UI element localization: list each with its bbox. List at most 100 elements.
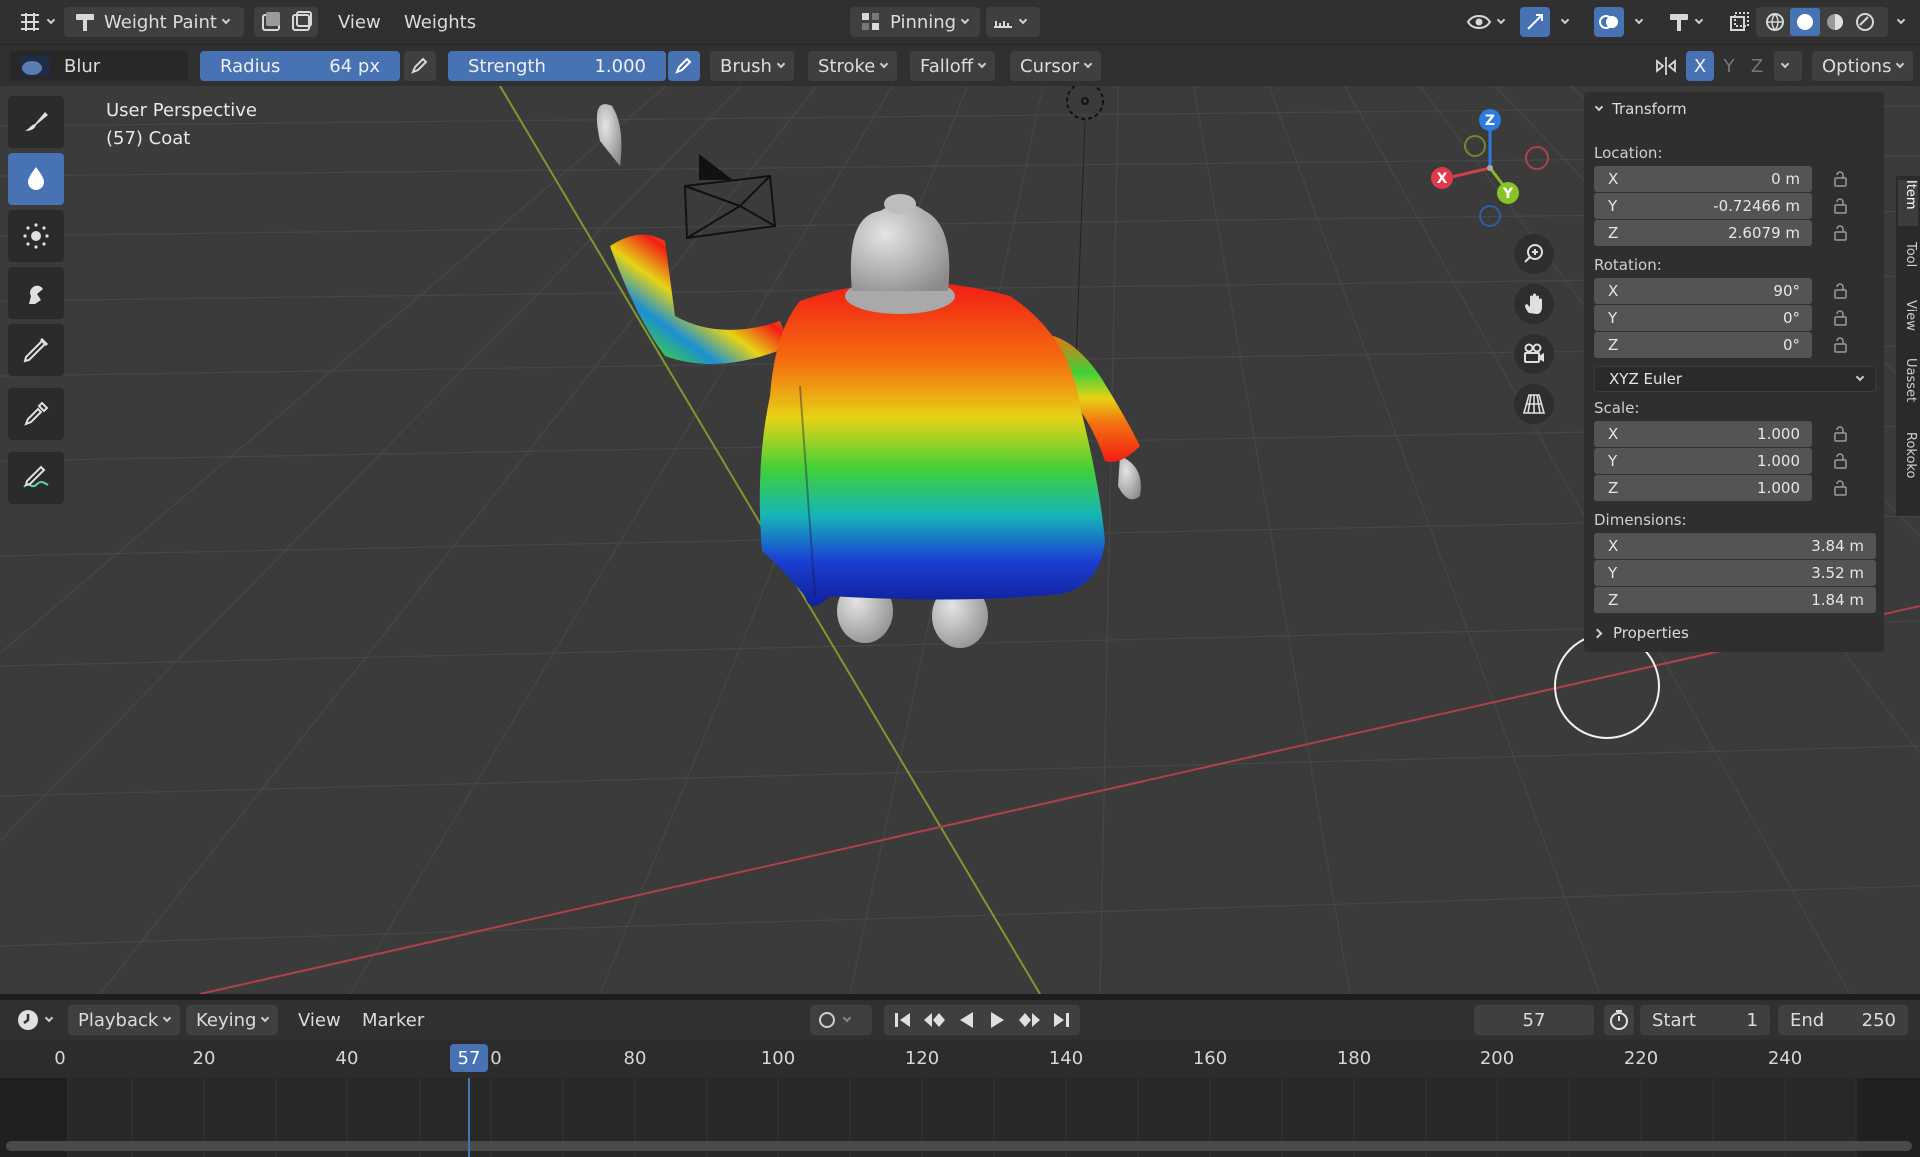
start-frame-field[interactable]: Start 1: [1640, 1005, 1770, 1035]
falloff-menu[interactable]: Falloff: [910, 51, 996, 81]
shading-dropdown[interactable]: [1888, 7, 1908, 37]
tool-blur[interactable]: [8, 153, 64, 205]
preview-range-toggle[interactable]: [1604, 1005, 1634, 1035]
tool-smear[interactable]: [8, 267, 64, 319]
play-reverse-icon[interactable]: [956, 1009, 978, 1031]
overlays-dropdown[interactable]: [1626, 7, 1646, 37]
dimensions-y-field[interactable]: Y 3.52 m: [1594, 560, 1876, 586]
visibility-dropdown[interactable]: [1458, 7, 1512, 37]
mirror-dropdown[interactable]: [1774, 51, 1802, 81]
tool-annotate[interactable]: [8, 452, 64, 504]
jump-start-icon[interactable]: [892, 1009, 914, 1031]
lock-icon[interactable]: [1832, 282, 1850, 300]
location-x-field[interactable]: X 0 m: [1594, 166, 1812, 192]
strength-field[interactable]: Strength 1.000: [448, 51, 666, 81]
pinning-dropdown[interactable]: Pinning: [850, 7, 980, 37]
scale-y-field[interactable]: Y 1.000: [1594, 448, 1812, 474]
shading-mode-group[interactable]: [1756, 7, 1888, 37]
end-frame-field[interactable]: End 250: [1778, 1005, 1908, 1035]
ruler-number: 120: [904, 1048, 940, 1069]
pan-button[interactable]: [1514, 284, 1554, 324]
tool-settings-bar: Blur Radius 64 px Strength 1.000 Brush S…: [0, 44, 1920, 86]
wireframe-shading-icon[interactable]: [1760, 11, 1790, 33]
camera-view-button[interactable]: [1514, 334, 1554, 374]
rotation-x-field[interactable]: X 90°: [1594, 278, 1812, 304]
tab-tool[interactable]: Tool: [1898, 242, 1918, 282]
snapping-dropdown[interactable]: [986, 7, 1040, 37]
timeline-view-menu[interactable]: View: [290, 1005, 349, 1035]
cursor-menu[interactable]: Cursor: [1010, 51, 1102, 81]
gizmo-toggle[interactable]: [1520, 7, 1550, 37]
next-keyframe-icon[interactable]: [1016, 1009, 1042, 1031]
tool-average[interactable]: [8, 210, 64, 262]
mirror-x-toggle[interactable]: X: [1686, 51, 1714, 81]
tool-gradient[interactable]: [8, 324, 64, 376]
keying-menu[interactable]: Keying: [186, 1005, 279, 1035]
overlays-toggle[interactable]: [1594, 7, 1624, 37]
lock-icon[interactable]: [1832, 197, 1850, 215]
tab-uasset[interactable]: Uasset: [1898, 358, 1918, 414]
jump-end-icon[interactable]: [1050, 1009, 1072, 1031]
view-menu[interactable]: View: [330, 7, 389, 37]
material-preview-icon[interactable]: [1820, 11, 1850, 33]
rotation-y-field[interactable]: Y 0°: [1594, 305, 1812, 331]
tool-draw[interactable]: [8, 96, 64, 148]
scale-z-field[interactable]: Z 1.000: [1594, 475, 1812, 501]
mirror-z-toggle[interactable]: Z: [1744, 51, 1770, 81]
timeline-editor-type[interactable]: [8, 1005, 60, 1035]
lock-icon[interactable]: [1832, 336, 1850, 354]
rendered-shading-icon[interactable]: [1850, 11, 1880, 33]
gizmo-dropdown[interactable]: [1552, 7, 1572, 37]
transform-panel-header[interactable]: Transform: [1594, 100, 1687, 118]
timeline-area[interactable]: 0 20 40 0 80 100 120 140 160 180 200 220…: [0, 1040, 1920, 1157]
tab-rokoko[interactable]: Rokoko: [1898, 432, 1918, 492]
sidebar-n-panel: Transform Location: X 0 m Y -0.72466 m Z 2.…: [1584, 92, 1884, 652]
frame-ruler[interactable]: 0 20 40 0 80 100 120 140 160 180 200 220…: [0, 1040, 1920, 1078]
dimensions-z-field[interactable]: Z 1.84 m: [1594, 587, 1876, 613]
lock-icon[interactable]: [1832, 170, 1850, 188]
stroke-menu[interactable]: Stroke: [808, 51, 898, 81]
current-frame-field[interactable]: 57: [1474, 1005, 1594, 1035]
tab-view[interactable]: View: [1898, 300, 1918, 340]
play-icon[interactable]: [986, 1009, 1008, 1031]
timeline-marker-menu[interactable]: Marker: [354, 1005, 432, 1035]
rotation-mode-dropdown[interactable]: XYZ Euler: [1594, 366, 1876, 392]
radius-pressure-toggle[interactable]: [404, 51, 436, 81]
playback-menu[interactable]: Playback: [68, 1005, 181, 1035]
lock-icon[interactable]: [1832, 425, 1850, 443]
brush-selector[interactable]: Blur: [10, 51, 188, 81]
lock-icon[interactable]: [1832, 224, 1850, 242]
prev-keyframe-icon[interactable]: [922, 1009, 948, 1031]
lock-icon[interactable]: [1832, 309, 1850, 327]
editor-type-button[interactable]: [10, 7, 62, 37]
radius-field[interactable]: Radius 64 px: [200, 51, 400, 81]
tool-sample-weight[interactable]: [8, 388, 64, 440]
zoom-button[interactable]: [1514, 234, 1554, 274]
scale-x-field[interactable]: X 1.000: [1594, 421, 1812, 447]
properties-panel-header[interactable]: Properties: [1592, 624, 1689, 642]
dimensions-x-field[interactable]: X 3.84 m: [1594, 533, 1876, 559]
paint-brush-icon: [19, 105, 53, 139]
location-y-field[interactable]: Y -0.72466 m: [1594, 193, 1812, 219]
lock-icon[interactable]: [1832, 452, 1850, 470]
mesh-edit-overlay-dropdown[interactable]: [1660, 7, 1710, 37]
display-toggle-buttons[interactable]: [254, 7, 318, 37]
options-menu[interactable]: Options: [1812, 51, 1914, 81]
solid-display-icon: [260, 11, 284, 33]
xray-toggle[interactable]: [1720, 7, 1758, 37]
strength-pressure-toggle[interactable]: [668, 51, 700, 81]
projection-toggle-button[interactable]: [1514, 384, 1554, 424]
rotation-z-field[interactable]: Z 0°: [1594, 332, 1812, 358]
location-z-field[interactable]: Z 2.6079 m: [1594, 220, 1812, 246]
navigation-gizmo[interactable]: Z X Y: [1425, 106, 1555, 236]
solid-shading-icon[interactable]: [1790, 8, 1820, 36]
auto-keying-group[interactable]: [810, 1005, 872, 1035]
tab-item[interactable]: Item: [1898, 180, 1918, 226]
3d-viewport[interactable]: User Perspective (57) Coat Z X Y Transfo…: [0, 86, 1920, 994]
playhead-frame-badge[interactable]: 57: [450, 1044, 488, 1072]
brush-menu[interactable]: Brush: [710, 51, 794, 81]
weights-menu[interactable]: Weights: [396, 7, 484, 37]
mode-selector[interactable]: Weight Paint: [64, 7, 244, 37]
lock-icon[interactable]: [1832, 479, 1850, 497]
mirror-y-toggle[interactable]: Y: [1716, 51, 1742, 81]
